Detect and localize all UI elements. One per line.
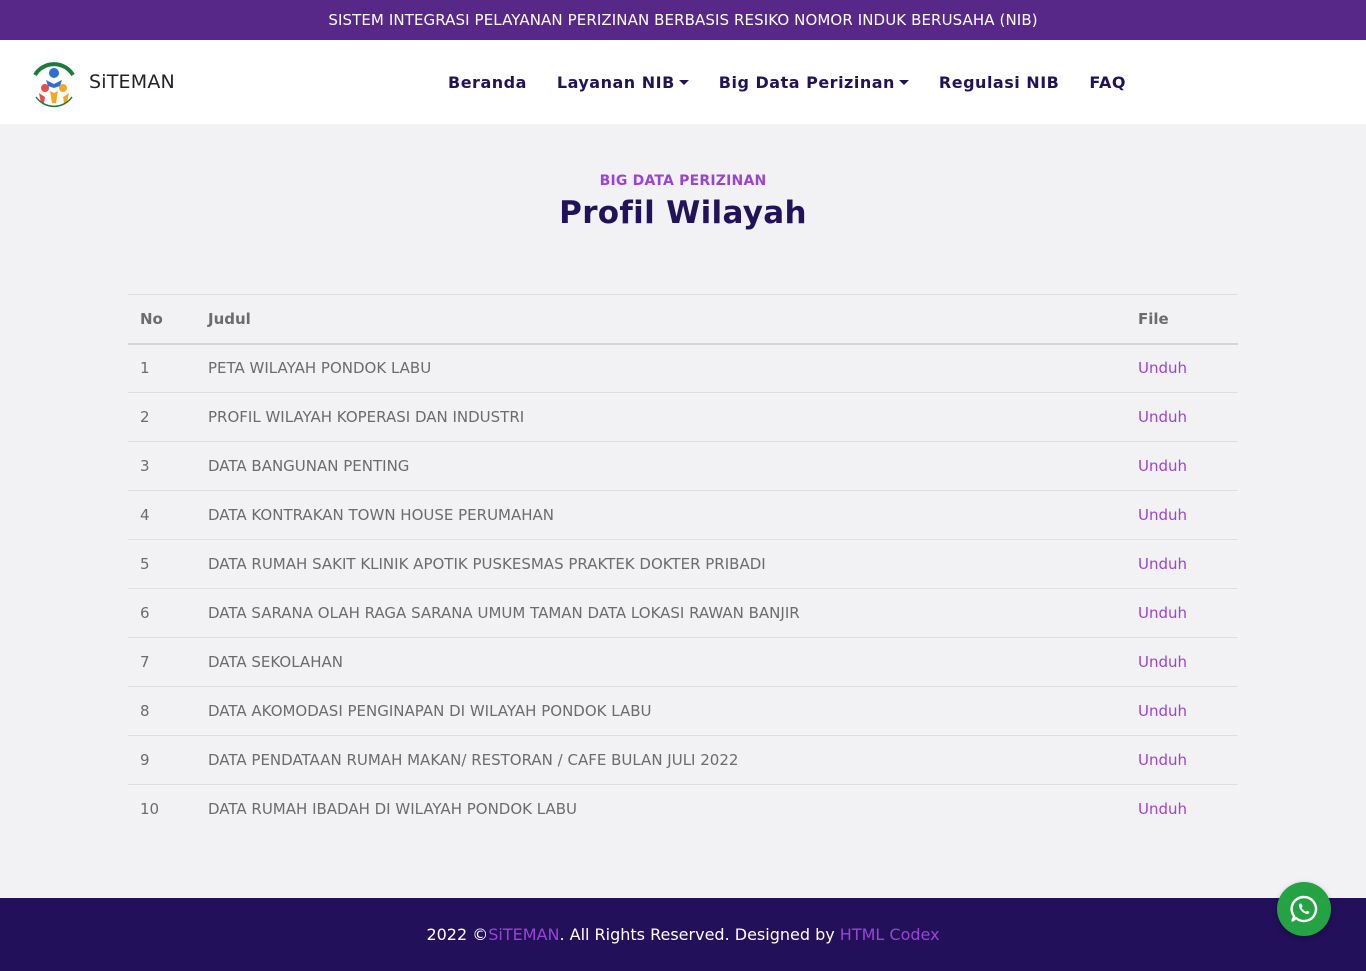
nav-item-label: Regulasi NIB: [938, 72, 1060, 92]
profil-wilayah-table: No Judul File 1 PETA WILAYAH PONDOK LABU…: [128, 294, 1238, 834]
page-title: Profil Wilayah: [559, 195, 807, 231]
top-announcement-text: SISTEM INTEGRASI PELAYANAN PERIZINAN BER…: [328, 11, 1038, 29]
row-no: 6: [140, 604, 150, 622]
row-no: 7: [140, 653, 150, 671]
brand[interactable]: SiTEMAN: [26, 53, 175, 111]
row-judul: PETA WILAYAH PONDOK LABU: [208, 359, 432, 378]
row-no: 4: [140, 506, 150, 524]
table-row: 9 DATA PENDATAAN RUMAH MAKAN/ RESTORAN /…: [128, 736, 1238, 785]
nav-item-label: Layanan NIB: [556, 72, 675, 92]
row-judul: PROFIL WILAYAH KOPERASI DAN INDUSTRI: [208, 408, 525, 426]
header-judul: Judul: [208, 309, 251, 328]
row-no: 1: [140, 359, 150, 378]
footer: 2022 © SiTEMAN . All Rights Reserved. De…: [0, 898, 1366, 971]
table-row: 1 PETA WILAYAH PONDOK LABU Unduh: [128, 344, 1238, 393]
unduh-link[interactable]: Unduh: [1138, 604, 1187, 622]
footer-brand-link[interactable]: SiTEMAN: [488, 925, 559, 944]
row-judul: DATA SARANA OLAH RAGA SARANA UMUM TAMAN …: [208, 604, 800, 622]
top-announcement-bar: SISTEM INTEGRASI PELAYANAN PERIZINAN BER…: [0, 0, 1366, 40]
nav-item-label: FAQ: [1089, 72, 1126, 92]
nav-item-regulasi-nib[interactable]: Regulasi NIB: [939, 73, 1059, 92]
row-judul: DATA RUMAH IBADAH DI WILAYAH PONDOK LABU: [208, 800, 578, 819]
nav-item-faq[interactable]: FAQ: [1089, 73, 1126, 92]
nav-item-label: Big Data Perizinan: [718, 72, 895, 92]
row-judul: DATA KONTRAKAN TOWN HOUSE PERUMAHAN: [208, 506, 555, 524]
table-row: 5 DATA RUMAH SAKIT KLINIK APOTIK PUSKESM…: [128, 540, 1238, 589]
profil-wilayah-table-wrap: No Judul File 1 PETA WILAYAH PONDOK LABU…: [128, 294, 1238, 834]
row-judul: DATA AKOMODASI PENGINAPAN DI WILAYAH PON…: [208, 702, 652, 720]
section-heading: BIG DATA PERIZINAN Profil Wilayah: [0, 124, 1366, 231]
row-judul: DATA SEKOLAHAN: [208, 653, 343, 671]
table-header-row: No Judul File: [128, 294, 1238, 344]
nav-item-beranda[interactable]: Beranda: [448, 73, 527, 92]
table-row: 3 DATA BANGUNAN PENTING Unduh: [128, 442, 1238, 491]
brand-name: SiTEMAN: [89, 71, 175, 93]
section-subtitle: BIG DATA PERIZINAN: [599, 173, 767, 189]
unduh-link[interactable]: Unduh: [1138, 359, 1187, 377]
table-row: 7 DATA SEKOLAHAN Unduh: [128, 638, 1238, 687]
header-file: File: [1138, 309, 1169, 328]
row-no: 5: [140, 555, 150, 573]
footer-designer-link[interactable]: HTML Codex: [840, 925, 940, 944]
table-row: 2 PROFIL WILAYAH KOPERASI DAN INDUSTRI U…: [128, 393, 1238, 442]
row-no: 8: [140, 702, 150, 720]
unduh-link[interactable]: Unduh: [1138, 555, 1187, 573]
row-no: 9: [140, 751, 150, 769]
row-judul: DATA BANGUNAN PENTING: [208, 457, 410, 475]
navbar: SiTEMAN Beranda Layanan NIB Big Data Per…: [0, 40, 1366, 124]
main-nav: Beranda Layanan NIB Big Data Perizinan R…: [448, 40, 1156, 124]
footer-copyright-prefix: 2022 ©: [426, 925, 489, 944]
table-row: 10 DATA RUMAH IBADAH DI WILAYAH PONDOK L…: [128, 785, 1238, 834]
unduh-link[interactable]: Unduh: [1138, 702, 1187, 720]
footer-copyright-text: . All Rights Reserved. Designed by: [559, 925, 840, 944]
nav-item-big-data-perizinan[interactable]: Big Data Perizinan: [719, 73, 909, 92]
table-row: 8 DATA AKOMODASI PENGINAPAN DI WILAYAH P…: [128, 687, 1238, 736]
nav-item-layanan-nib[interactable]: Layanan NIB: [557, 73, 689, 92]
row-judul: DATA RUMAH SAKIT KLINIK APOTIK PUSKESMAS…: [208, 555, 766, 573]
unduh-link[interactable]: Unduh: [1138, 408, 1187, 426]
unduh-link[interactable]: Unduh: [1138, 457, 1187, 475]
unduh-link[interactable]: Unduh: [1138, 506, 1187, 524]
whatsapp-icon: [1290, 895, 1318, 923]
row-no: 2: [140, 408, 150, 426]
table-row: 6 DATA SARANA OLAH RAGA SARANA UMUM TAMA…: [128, 589, 1238, 638]
row-no: 10: [140, 800, 160, 819]
table-row: 4 DATA KONTRAKAN TOWN HOUSE PERUMAHAN Un…: [128, 491, 1238, 540]
row-no: 3: [140, 457, 150, 475]
caret-down-icon: [678, 80, 689, 85]
row-judul: DATA PENDATAAN RUMAH MAKAN/ RESTORAN / C…: [208, 751, 739, 769]
unduh-link[interactable]: Unduh: [1138, 751, 1187, 769]
unduh-link[interactable]: Unduh: [1138, 800, 1187, 818]
siteman-logo: [29, 58, 79, 108]
unduh-link[interactable]: Unduh: [1138, 653, 1187, 671]
header-no: No: [140, 309, 163, 328]
nav-item-label: Beranda: [448, 72, 527, 92]
whatsapp-button[interactable]: [1277, 882, 1331, 936]
caret-down-icon: [898, 80, 909, 85]
